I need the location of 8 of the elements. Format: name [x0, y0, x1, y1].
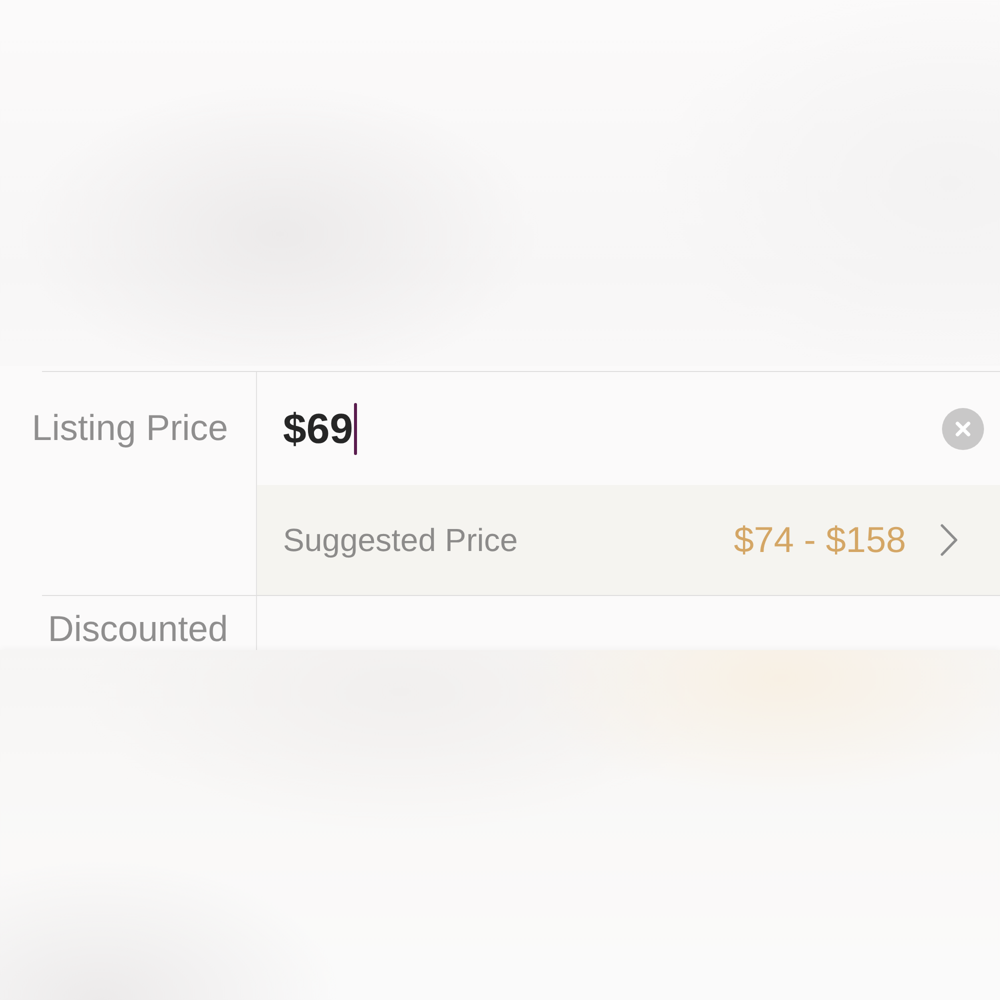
- price-input[interactable]: $69: [283, 398, 942, 458]
- chevron-right-icon: [940, 524, 958, 556]
- field-label: Listing Price: [32, 406, 228, 449]
- suggested-price-label: Suggested Price: [283, 522, 518, 558]
- field-label: Discounted: [48, 607, 228, 650]
- clear-icon: [955, 420, 971, 436]
- clear-button[interactable]: [942, 408, 984, 450]
- price-range-text: $74 - $158: [734, 519, 906, 561]
